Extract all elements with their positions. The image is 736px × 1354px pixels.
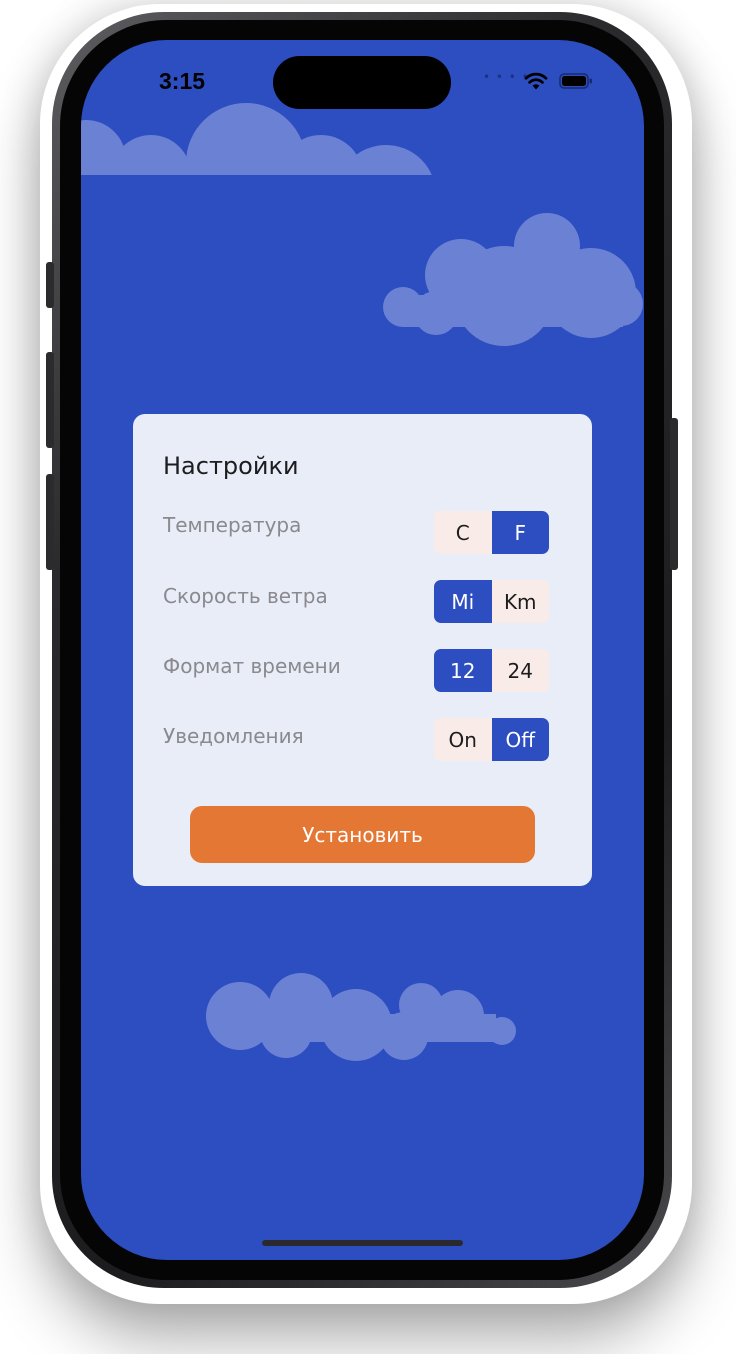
time-format-label: Формат времени xyxy=(163,654,341,678)
wind-speed-label: Скорость ветра xyxy=(163,584,328,608)
cloud-top-right xyxy=(383,213,643,346)
action-button xyxy=(46,262,54,308)
wind-speed-option-mi[interactable]: Mi xyxy=(434,580,492,623)
notifications-toggle[interactable]: On Off xyxy=(434,718,549,761)
volume-up-button xyxy=(46,352,54,448)
device-stage: 3:15 • • • • Настройки Температура C F С… xyxy=(0,0,736,1354)
temperature-option-c[interactable]: C xyxy=(434,511,492,554)
settings-title: Настройки xyxy=(163,452,299,480)
wind-speed-option-km[interactable]: Km xyxy=(491,580,549,623)
time-format-option-12[interactable]: 12 xyxy=(434,649,492,692)
volume-down-button xyxy=(46,474,54,570)
notifications-label: Уведомления xyxy=(163,724,304,748)
time-format-toggle[interactable]: 12 24 xyxy=(434,649,549,692)
temperature-option-f[interactable]: F xyxy=(491,511,549,554)
status-time: 3:15 xyxy=(159,68,206,94)
wifi-icon xyxy=(524,72,548,90)
app-screen: 3:15 • • • • Настройки Температура C F С… xyxy=(81,40,644,1260)
temperature-label: Температура xyxy=(163,513,302,537)
power-button xyxy=(670,418,678,570)
settings-card: Настройки Температура C F Скорость ветра… xyxy=(133,414,592,886)
dynamic-island xyxy=(273,56,451,109)
battery-icon xyxy=(559,73,592,89)
notifications-option-off[interactable]: Off xyxy=(491,718,549,761)
wind-speed-unit-toggle[interactable]: Mi Km xyxy=(434,580,549,623)
signal-dots-icon: • • • • xyxy=(483,70,530,84)
temperature-unit-toggle[interactable]: C F xyxy=(434,511,549,554)
notifications-option-on[interactable]: On xyxy=(434,718,492,761)
home-indicator[interactable] xyxy=(262,1240,463,1246)
cloud-bottom xyxy=(206,973,516,1061)
set-button[interactable]: Установить xyxy=(190,806,535,863)
time-format-option-24[interactable]: 24 xyxy=(491,649,549,692)
